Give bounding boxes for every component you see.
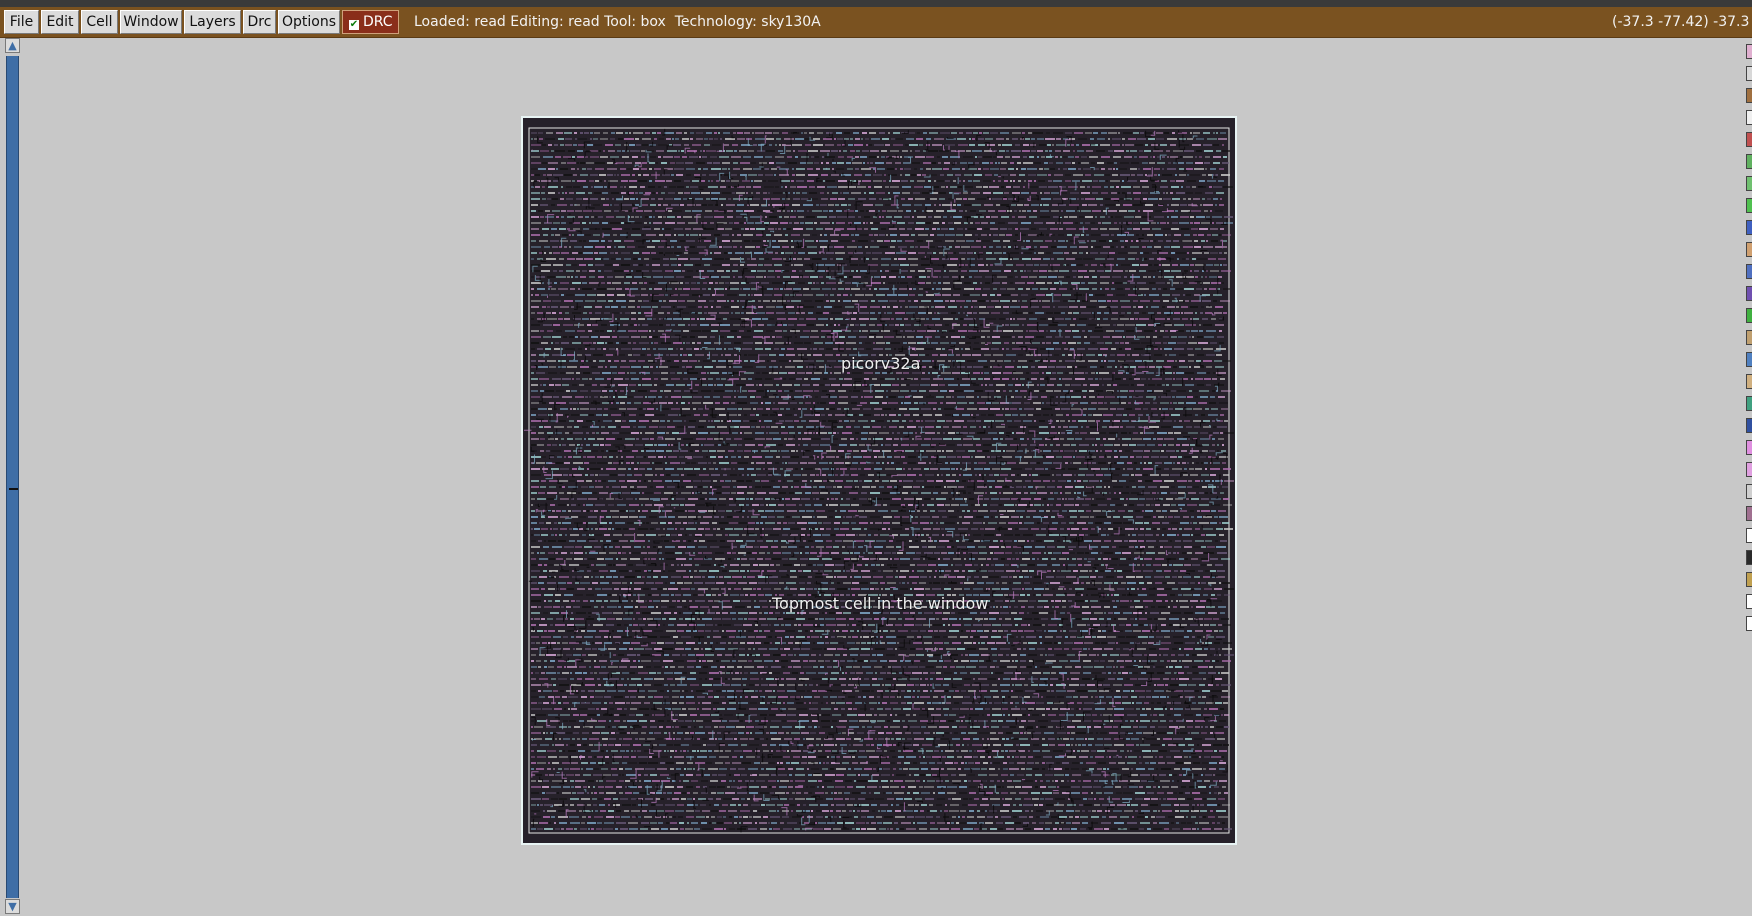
layer-swatch[interactable] xyxy=(1746,374,1752,389)
layer-swatch[interactable] xyxy=(1746,418,1752,433)
layer-swatch[interactable] xyxy=(1746,440,1752,455)
layer-swatch[interactable] xyxy=(1746,132,1752,147)
cell-name-label: picorv32a xyxy=(841,354,921,373)
layer-swatch[interactable] xyxy=(1746,352,1752,367)
layer-swatch[interactable] xyxy=(1746,308,1752,323)
layout-cell-view[interactable]: picorv32a Topmost cell in the window xyxy=(521,116,1237,845)
layer-swatch[interactable] xyxy=(1746,462,1752,477)
layer-swatch[interactable] xyxy=(1746,506,1752,521)
cursor-coordinates: (-37.3 -77.42) -37.3 xyxy=(1612,14,1750,30)
menu-drc-button[interactable]: Drc xyxy=(243,10,276,34)
layer-swatch[interactable] xyxy=(1746,528,1752,543)
drc-toggle-label: DRC xyxy=(363,14,393,30)
scroll-up-arrow-icon[interactable]: ▲ xyxy=(5,38,20,53)
layer-swatch[interactable] xyxy=(1746,330,1752,345)
cell-subtitle-label: Topmost cell in the window xyxy=(772,594,989,613)
layer-swatch[interactable] xyxy=(1746,286,1752,301)
layer-swatch[interactable] xyxy=(1746,154,1752,169)
vertical-scrollbar[interactable]: ▲ ▼ xyxy=(4,38,21,916)
layer-swatch[interactable] xyxy=(1746,44,1752,59)
menu-window-button[interactable]: Window xyxy=(120,10,182,34)
window-frame-top xyxy=(0,0,1752,7)
layer-swatch[interactable] xyxy=(1746,220,1752,235)
menu-edit-button[interactable]: Edit xyxy=(41,10,79,34)
menu-options-button[interactable]: Options xyxy=(278,10,340,34)
layer-swatch[interactable] xyxy=(1746,264,1752,279)
layer-swatch[interactable] xyxy=(1746,484,1752,499)
scrollbar-thumb[interactable] xyxy=(9,488,18,490)
menu-layers-button[interactable]: Layers xyxy=(184,10,241,34)
layer-swatch[interactable] xyxy=(1746,242,1752,257)
layer-swatch[interactable] xyxy=(1746,572,1752,587)
scrollbar-track[interactable] xyxy=(6,56,19,898)
layout-geometry xyxy=(523,118,1235,843)
layer-swatch[interactable] xyxy=(1746,396,1752,411)
layer-swatch[interactable] xyxy=(1746,616,1752,631)
layer-swatch[interactable] xyxy=(1746,110,1752,125)
checkbox-checked-icon: ✔ xyxy=(349,19,359,30)
layer-swatch[interactable] xyxy=(1746,594,1752,609)
layer-swatch[interactable] xyxy=(1746,66,1752,81)
status-text: Loaded: read Editing: read Tool: box Tec… xyxy=(414,14,821,30)
layer-swatch[interactable] xyxy=(1746,176,1752,191)
layer-swatch[interactable] xyxy=(1746,550,1752,565)
layer-palette[interactable] xyxy=(1744,38,1752,916)
layer-swatch[interactable] xyxy=(1746,88,1752,103)
drc-toggle-button[interactable]: ✔ DRC xyxy=(342,10,399,34)
magic-vlsi-window: File Edit Cell Window Layers Drc Options… xyxy=(0,0,1752,916)
menu-file-button[interactable]: File xyxy=(4,10,39,34)
layer-swatch[interactable] xyxy=(1746,198,1752,213)
scroll-down-arrow-icon[interactable]: ▼ xyxy=(5,899,20,914)
menu-status-bar: File Edit Cell Window Layers Drc Options… xyxy=(0,7,1752,38)
menu-cell-button[interactable]: Cell xyxy=(81,10,118,34)
